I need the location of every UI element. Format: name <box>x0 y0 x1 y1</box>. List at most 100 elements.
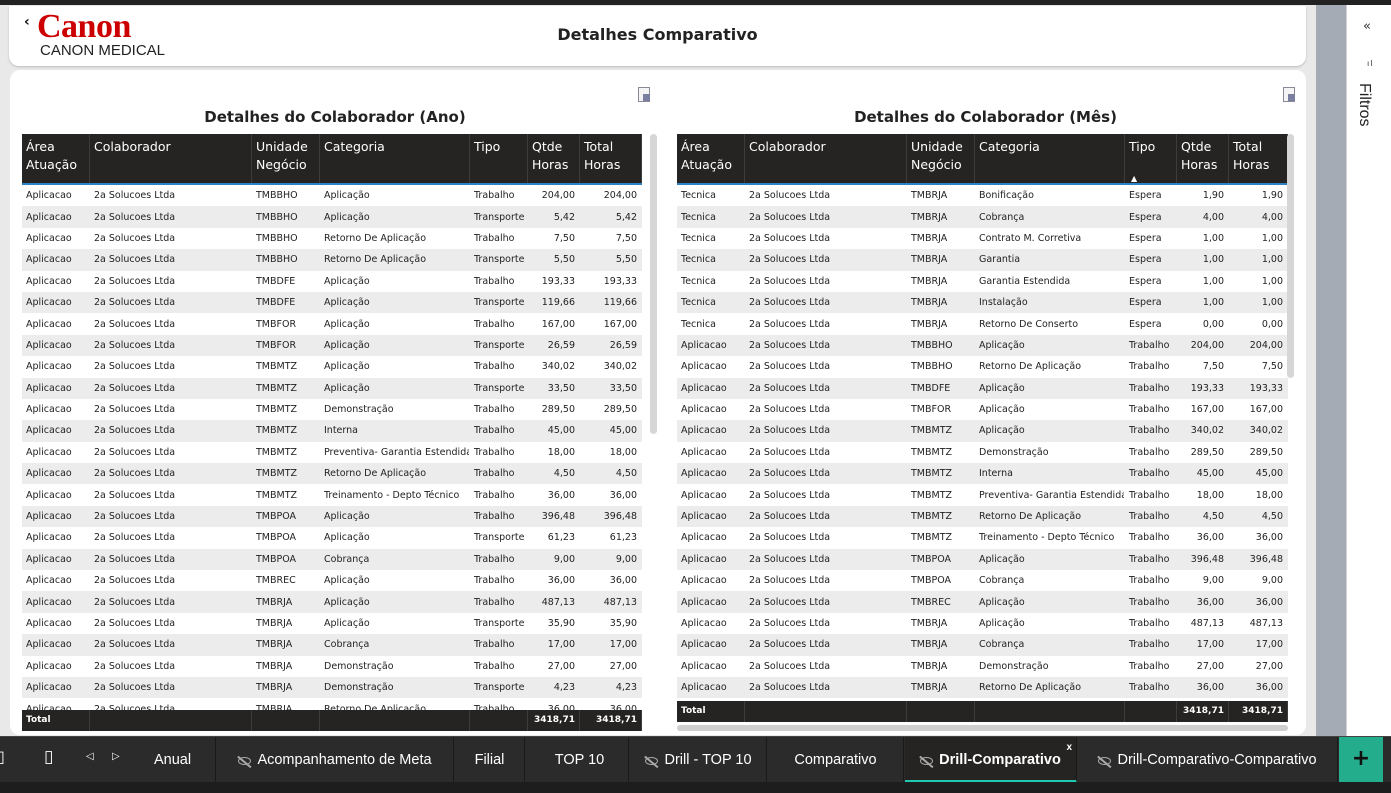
table-row[interactable]: Tecnica 2a Solucoes Ltda TMBRJA Retorno De … <box>677 313 1288 334</box>
table-row[interactable]: Tecnica 2a Solucoes Ltda TMBRJA Garantia Esp… <box>677 249 1288 271</box>
right-table[interactable]: Área Atuação Colaborador Unidade Negócio Cate… <box>677 134 1288 722</box>
table-row[interactable]: Aplicacao 2a Solucoes Ltda TMBMTZ Retorno D… <box>677 505 1288 528</box>
table-row[interactable]: Aplicacao 2a Solucoes Ltda TMBRJA Cobrança T… <box>22 634 642 656</box>
table-cell: Aplicacao <box>26 596 72 608</box>
tab-filial[interactable]: Filial <box>455 737 525 783</box>
tab-comparativo[interactable]: Comparativo <box>768 737 904 783</box>
filters-label[interactable]: Filtros <box>1355 83 1373 127</box>
column-header[interactable]: Colaborador <box>90 134 252 183</box>
prev-page-icon[interactable]: ◁ <box>86 751 94 762</box>
table-cell: 1,00 <box>1202 254 1224 266</box>
table-row[interactable]: Aplicacao 2a Solucoes Ltda TMBMTZ Treinamen… <box>22 484 642 505</box>
right-vertical-scrollbar[interactable] <box>1287 134 1294 378</box>
desktop-view-icon[interactable]: ▯ <box>0 747 5 766</box>
tab-acompanhamento-de-meta[interactable]: Acompanhamento de Meta <box>217 737 454 783</box>
table-row[interactable]: Aplicacao 2a Solucoes Ltda TMBFOR Aplicação… <box>677 399 1288 420</box>
filter-bars-icon: ıl <box>1367 59 1374 68</box>
table-row[interactable]: Aplicacao 2a Solucoes Ltda TMBPOA Aplicação… <box>677 548 1288 571</box>
column-header[interactable]: Total Horas <box>580 134 642 183</box>
table-cell: 4,50 <box>1202 511 1224 523</box>
column-header[interactable]: Área Atuação <box>22 134 90 183</box>
table-row[interactable]: Aplicacao 2a Solucoes Ltda TMBPOA Cobrança T… <box>22 548 642 571</box>
tab-top-10[interactable]: TOP 10 <box>531 737 629 783</box>
right-horizontal-scrollbar[interactable] <box>677 725 1288 731</box>
table-row[interactable]: Aplicacao 2a Solucoes Ltda TMBMTZ Interna Tr… <box>22 420 642 442</box>
table-row[interactable]: Aplicacao 2a Solucoes Ltda TMBRJA Aplicação… <box>22 613 642 634</box>
table-row[interactable]: Aplicacao 2a Solucoes Ltda TMBMTZ Aplicação… <box>677 420 1288 442</box>
tab-drill-comparativo[interactable]: Drill-Comparativo x <box>905 737 1077 783</box>
table-row[interactable]: Aplicacao 2a Solucoes Ltda TMBFOR Aplicação… <box>22 334 642 357</box>
table-row[interactable]: Tecnica 2a Solucoes Ltda TMBRJA Cobrança Esp… <box>677 206 1288 228</box>
table-row[interactable]: Aplicacao 2a Solucoes Ltda TMBREC Aplicação… <box>22 570 642 591</box>
table-row[interactable]: Aplicacao 2a Solucoes Ltda TMBBHO Aplicação… <box>22 206 642 228</box>
table-row[interactable]: Aplicacao 2a Solucoes Ltda TMBRJA Aplicação… <box>22 591 642 613</box>
add-page-button[interactable]: + <box>1339 737 1383 783</box>
table-row[interactable]: Aplicacao 2a Solucoes Ltda TMBBHO Aplicação… <box>22 185 642 206</box>
column-header[interactable]: Unidade Negócio <box>252 134 320 183</box>
page-title: Detalhes Comparativo <box>557 25 758 44</box>
table-cell: TMBBHO <box>256 232 298 244</box>
table-row[interactable]: Aplicacao 2a Solucoes Ltda TMBFOR Aplicação… <box>22 313 642 334</box>
column-header[interactable]: Tipo ▲ <box>1125 134 1177 183</box>
table-row[interactable]: Aplicacao 2a Solucoes Ltda TMBMTZ Preventiv… <box>22 442 642 463</box>
table-row[interactable]: Aplicacao 2a Solucoes Ltda TMBRJA Retorno D… <box>677 676 1288 699</box>
column-header[interactable]: Qtde Horas <box>528 134 580 183</box>
table-row[interactable]: Aplicacao 2a Solucoes Ltda TMBPOA Aplicação… <box>22 505 642 528</box>
collapse-chevrons-icon[interactable]: « <box>1363 19 1371 34</box>
next-page-icon[interactable]: ▷ <box>112 751 120 762</box>
table-row[interactable]: Aplicacao 2a Solucoes Ltda TMBMTZ Aplicação… <box>22 377 642 399</box>
table-row[interactable]: Aplicacao 2a Solucoes Ltda TMBBHO Retorno D… <box>22 228 642 249</box>
table-cell: TMBFOR <box>256 339 297 351</box>
tab-anual[interactable]: Anual <box>130 737 216 783</box>
table-row[interactable]: Aplicacao 2a Solucoes Ltda TMBDFE Aplicação… <box>22 291 642 314</box>
column-header[interactable]: Tipo <box>470 134 528 183</box>
column-header[interactable]: Categoria <box>975 134 1125 183</box>
table-row[interactable]: Tecnica 2a Solucoes Ltda TMBRJA Contrato M.… <box>677 228 1288 249</box>
table-row[interactable]: Aplicacao 2a Solucoes Ltda TMBRJA Demonstra… <box>22 676 642 699</box>
table-row[interactable]: Aplicacao 2a Solucoes Ltda TMBRJA Cobrança T… <box>677 634 1288 656</box>
left-vertical-scrollbar[interactable] <box>650 134 657 434</box>
table-cell: 33,50 <box>547 382 575 394</box>
table-row[interactable]: Aplicacao 2a Solucoes Ltda TMBMTZ Demonstra… <box>677 442 1288 463</box>
table-row[interactable]: Aplicacao 2a Solucoes Ltda TMBDFE Aplicação… <box>677 377 1288 399</box>
table-row[interactable]: Aplicacao 2a Solucoes Ltda TMBBHO Aplicação… <box>677 334 1288 357</box>
table-cell: TMBRJA <box>911 211 948 223</box>
export-icon[interactable] <box>1282 87 1296 103</box>
filters-pane[interactable]: « ıl Filtros <box>1346 5 1391 736</box>
table-row[interactable]: Aplicacao 2a Solucoes Ltda TMBREC Aplicação… <box>677 591 1288 613</box>
column-header[interactable]: Área Atuação <box>677 134 745 183</box>
table-row[interactable]: Aplicacao 2a Solucoes Ltda TMBMTZ Treinamen… <box>677 527 1288 548</box>
close-tab-icon[interactable]: x <box>1066 725 1072 771</box>
table-row[interactable]: Aplicacao 2a Solucoes Ltda TMBBHO Retorno D… <box>677 356 1288 377</box>
left-table[interactable]: Área Atuação Colaborador Unidade Negócio Cate… <box>22 134 642 731</box>
tab-drill-top-10[interactable]: Drill - TOP 10 <box>631 737 767 783</box>
column-header[interactable]: Unidade Negócio <box>907 134 975 183</box>
table-row[interactable]: Aplicacao 2a Solucoes Ltda TMBBHO Retorno D… <box>22 249 642 271</box>
table-row[interactable]: Aplicacao 2a Solucoes Ltda TMBPOA Cobrança T… <box>677 570 1288 591</box>
table-row[interactable]: Aplicacao 2a Solucoes Ltda TMBMTZ Interna Tr… <box>677 463 1288 485</box>
table-row[interactable]: Aplicacao 2a Solucoes Ltda TMBRJA Aplicação… <box>677 613 1288 634</box>
table-row[interactable]: Aplicacao 2a Solucoes Ltda TMBRJA Retorno D… <box>22 698 642 710</box>
table-row[interactable]: Aplicacao 2a Solucoes Ltda TMBMTZ Preventiv… <box>677 484 1288 505</box>
column-header[interactable]: Qtde Horas <box>1177 134 1229 183</box>
table-row[interactable]: Tecnica 2a Solucoes Ltda TMBRJA Bonificação… <box>677 185 1288 206</box>
column-header[interactable]: Colaborador <box>745 134 907 183</box>
tab-drill-comparativo-comparativo[interactable]: Drill-Comparativo-Comparativo <box>1078 737 1338 783</box>
table-row[interactable]: Tecnica 2a Solucoes Ltda TMBRJA Garantia Es… <box>677 271 1288 292</box>
table-row[interactable]: Tecnica 2a Solucoes Ltda TMBRJA Instalação E… <box>677 291 1288 314</box>
export-icon[interactable] <box>637 87 651 103</box>
table-row[interactable]: Aplicacao 2a Solucoes Ltda TMBPOA Aplicação… <box>22 527 642 548</box>
column-header[interactable]: Total Horas <box>1229 134 1288 183</box>
table-cell: 1,90 <box>1261 190 1283 202</box>
table-row[interactable]: Aplicacao 2a Solucoes Ltda TMBDFE Aplicação… <box>22 271 642 292</box>
table-cell: Tecnica <box>681 275 716 287</box>
table-row[interactable]: Aplicacao 2a Solucoes Ltda TMBMTZ Aplicação… <box>22 356 642 377</box>
table-row[interactable]: Aplicacao 2a Solucoes Ltda TMBMTZ Retorno D… <box>22 463 642 485</box>
table-row[interactable]: Aplicacao 2a Solucoes Ltda TMBRJA Demonstra… <box>22 656 642 677</box>
table-body[interactable]: Aplicacao 2a Solucoes Ltda TMBBHO Aplicação… <box>22 185 642 710</box>
mobile-view-icon[interactable]: ▯ <box>44 747 53 767</box>
table-row[interactable]: Aplicacao 2a Solucoes Ltda TMBMTZ Demonstra… <box>22 399 642 420</box>
table-row[interactable]: Aplicacao 2a Solucoes Ltda TMBRJA Demonstra… <box>677 656 1288 677</box>
table-body[interactable]: Tecnica 2a Solucoes Ltda TMBRJA Bonificação… <box>677 185 1288 701</box>
column-header[interactable]: Categoria <box>320 134 470 183</box>
